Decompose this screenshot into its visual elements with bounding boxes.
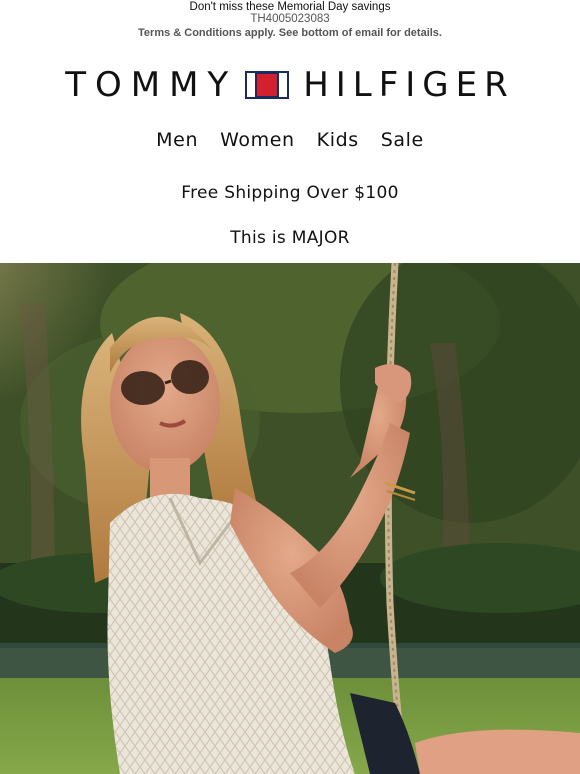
- brand-name-right: HILFIGER: [303, 65, 515, 105]
- preheader-terms: Terms & Conditions apply. See bottom of …: [138, 27, 442, 39]
- flag-icon: [245, 71, 290, 99]
- brand-logo[interactable]: TOMMY HILFIGER: [0, 67, 580, 103]
- nav-link-sale[interactable]: Sale: [381, 129, 424, 151]
- headline: This is MAJOR: [230, 228, 350, 248]
- preheader-message: Don't miss these Memorial Day savings: [189, 1, 391, 13]
- main-nav: Men Women Kids Sale: [0, 129, 580, 151]
- nav-link-women[interactable]: Women: [220, 129, 295, 151]
- hero-photo-icon: [0, 263, 580, 774]
- shipping-banner[interactable]: Free Shipping Over $100: [0, 183, 580, 203]
- hero-image[interactable]: [0, 263, 580, 774]
- brand-name-left: TOMMY: [65, 65, 238, 105]
- nav-link-men[interactable]: Men: [156, 129, 198, 151]
- nav-link-kids[interactable]: Kids: [317, 129, 359, 151]
- preheader-code: TH4005023083: [250, 13, 330, 25]
- preheader: Don't miss these Memorial Day savings TH…: [0, 0, 580, 40]
